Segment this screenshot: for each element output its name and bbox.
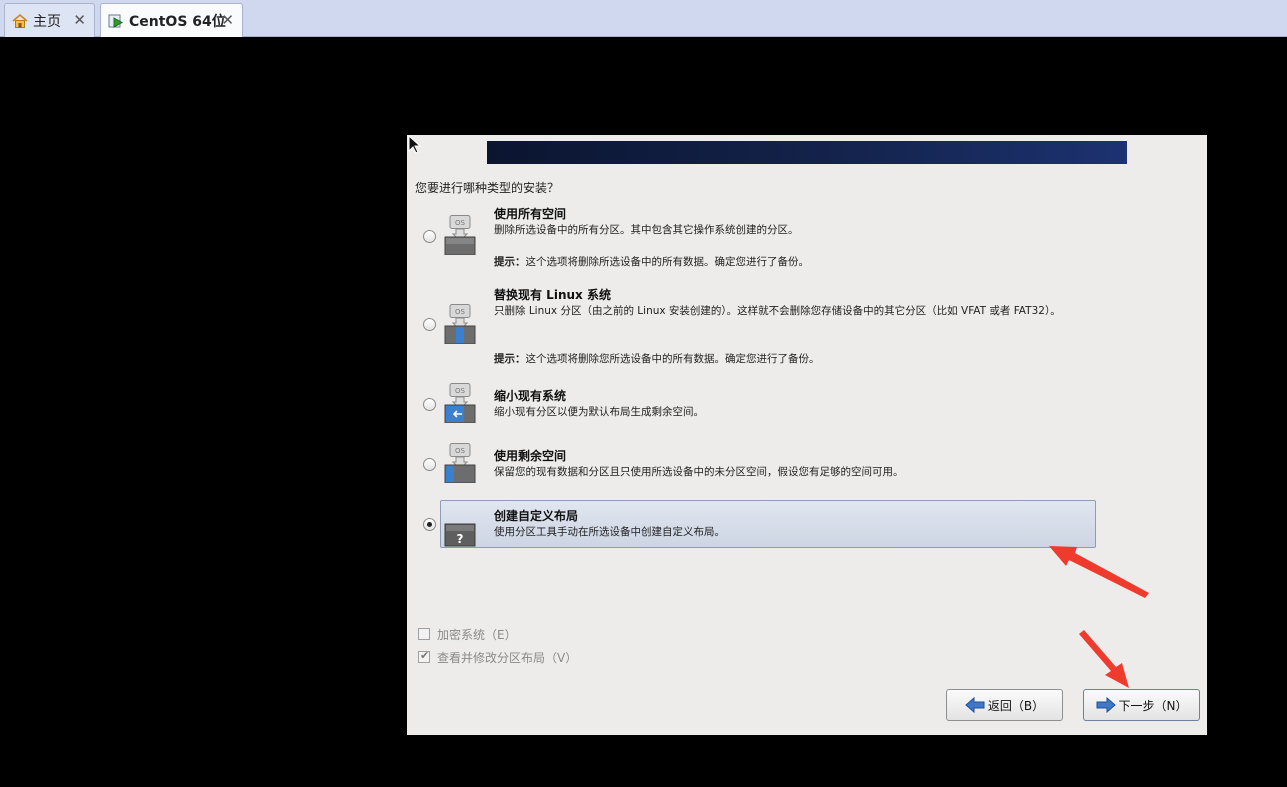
home-icon	[12, 13, 28, 29]
encrypt-label: 加密系统（E）	[437, 628, 517, 642]
hint-text: 这个选项将删除所选设备中的所有数据。确定您进行了备份。	[525, 256, 810, 268]
hint-label: 提示：	[494, 353, 526, 365]
option-title: 使用剩余空间	[494, 449, 567, 463]
checkmark-icon: ✔	[420, 649, 430, 662]
tab-home-label: 主页	[33, 13, 61, 30]
tab-centos[interactable]: CentOS 64位 ✕	[100, 3, 243, 37]
back-button[interactable]: 返回（B）	[946, 689, 1063, 721]
radio-replace-linux[interactable]	[423, 318, 436, 331]
close-icon[interactable]: ✕	[73, 12, 86, 28]
tab-centos-label: CentOS 64位	[129, 13, 226, 30]
option-title: 缩小现有系统	[494, 389, 567, 403]
option-hint: 提示：这个选项将删除所选设备中的所有数据。确定您进行了备份。	[494, 254, 809, 269]
option-description: 保留您的现有数据和分区且只使用所选设备中的未分区空间，假设您有足够的空间可用。	[494, 466, 904, 478]
radio-use-all-space[interactable]	[423, 230, 436, 243]
disk-free-space-icon: OS	[444, 443, 476, 483]
close-icon[interactable]: ✕	[221, 12, 234, 28]
question-disk-icon: ?	[444, 523, 476, 547]
disk-shrink-icon: OS	[444, 383, 476, 423]
option-title: 替换现有 Linux 系统	[494, 288, 611, 302]
radio-use-free-space[interactable]	[423, 458, 436, 471]
arrow-right-icon	[1096, 697, 1116, 713]
svg-text:OS: OS	[455, 219, 466, 227]
tab-home[interactable]: 主页 ✕	[4, 3, 95, 37]
radio-custom-layout[interactable]	[423, 518, 436, 531]
review-layout-checkbox[interactable]: ✔	[418, 649, 430, 663]
option-hint: 提示：这个选项将删除您所选设备中的所有数据。确定您进行了备份。	[494, 351, 820, 366]
option-description: 使用分区工具手动在所选设备中创建自定义布局。	[494, 526, 725, 538]
vm-running-icon	[108, 13, 124, 29]
disk-replace-icon: OS	[444, 304, 476, 344]
next-label: 下一步（N）	[1118, 698, 1188, 713]
option-description: 缩小现有分区以便为默认布局生成剩余空间。	[494, 406, 704, 418]
svg-text:OS: OS	[455, 447, 466, 455]
back-label: 返回（B）	[987, 698, 1045, 713]
encrypt-checkbox[interactable]	[418, 628, 430, 640]
disk-erase-icon: OS	[444, 215, 476, 255]
next-button[interactable]: 下一步（N）	[1083, 689, 1200, 721]
svg-text:OS: OS	[455, 308, 466, 316]
option-title: 使用所有空间	[494, 207, 567, 221]
tab-bar: 主页 ✕ CentOS 64位 ✕	[0, 0, 1287, 37]
hint-text: 这个选项将删除您所选设备中的所有数据。确定您进行了备份。	[525, 353, 820, 365]
option-description: 只删除 Linux 分区（由之前的 Linux 安装创建的）。这样就不会删除您存…	[494, 305, 1061, 317]
option-description: 删除所选设备中的所有分区。其中包含其它操作系统创建的分区。	[494, 224, 799, 236]
option-title: 创建自定义布局	[494, 509, 579, 523]
radio-shrink-system[interactable]	[423, 398, 436, 411]
svg-text:OS: OS	[455, 387, 466, 395]
install-type-question: 您要进行哪种类型的安装？	[415, 181, 560, 195]
review-layout-label: 查看并修改分区布局（V）	[437, 651, 578, 665]
hint-label: 提示：	[494, 256, 526, 268]
svg-text:?: ?	[457, 532, 464, 546]
installer-window: 您要进行哪种类型的安装？ OS 使用所有空间 删除所选设备中的所有分区。其中包含…	[407, 135, 1207, 735]
installer-banner	[487, 141, 1127, 164]
mouse-cursor-icon	[408, 135, 422, 154]
arrow-left-icon	[965, 697, 985, 713]
